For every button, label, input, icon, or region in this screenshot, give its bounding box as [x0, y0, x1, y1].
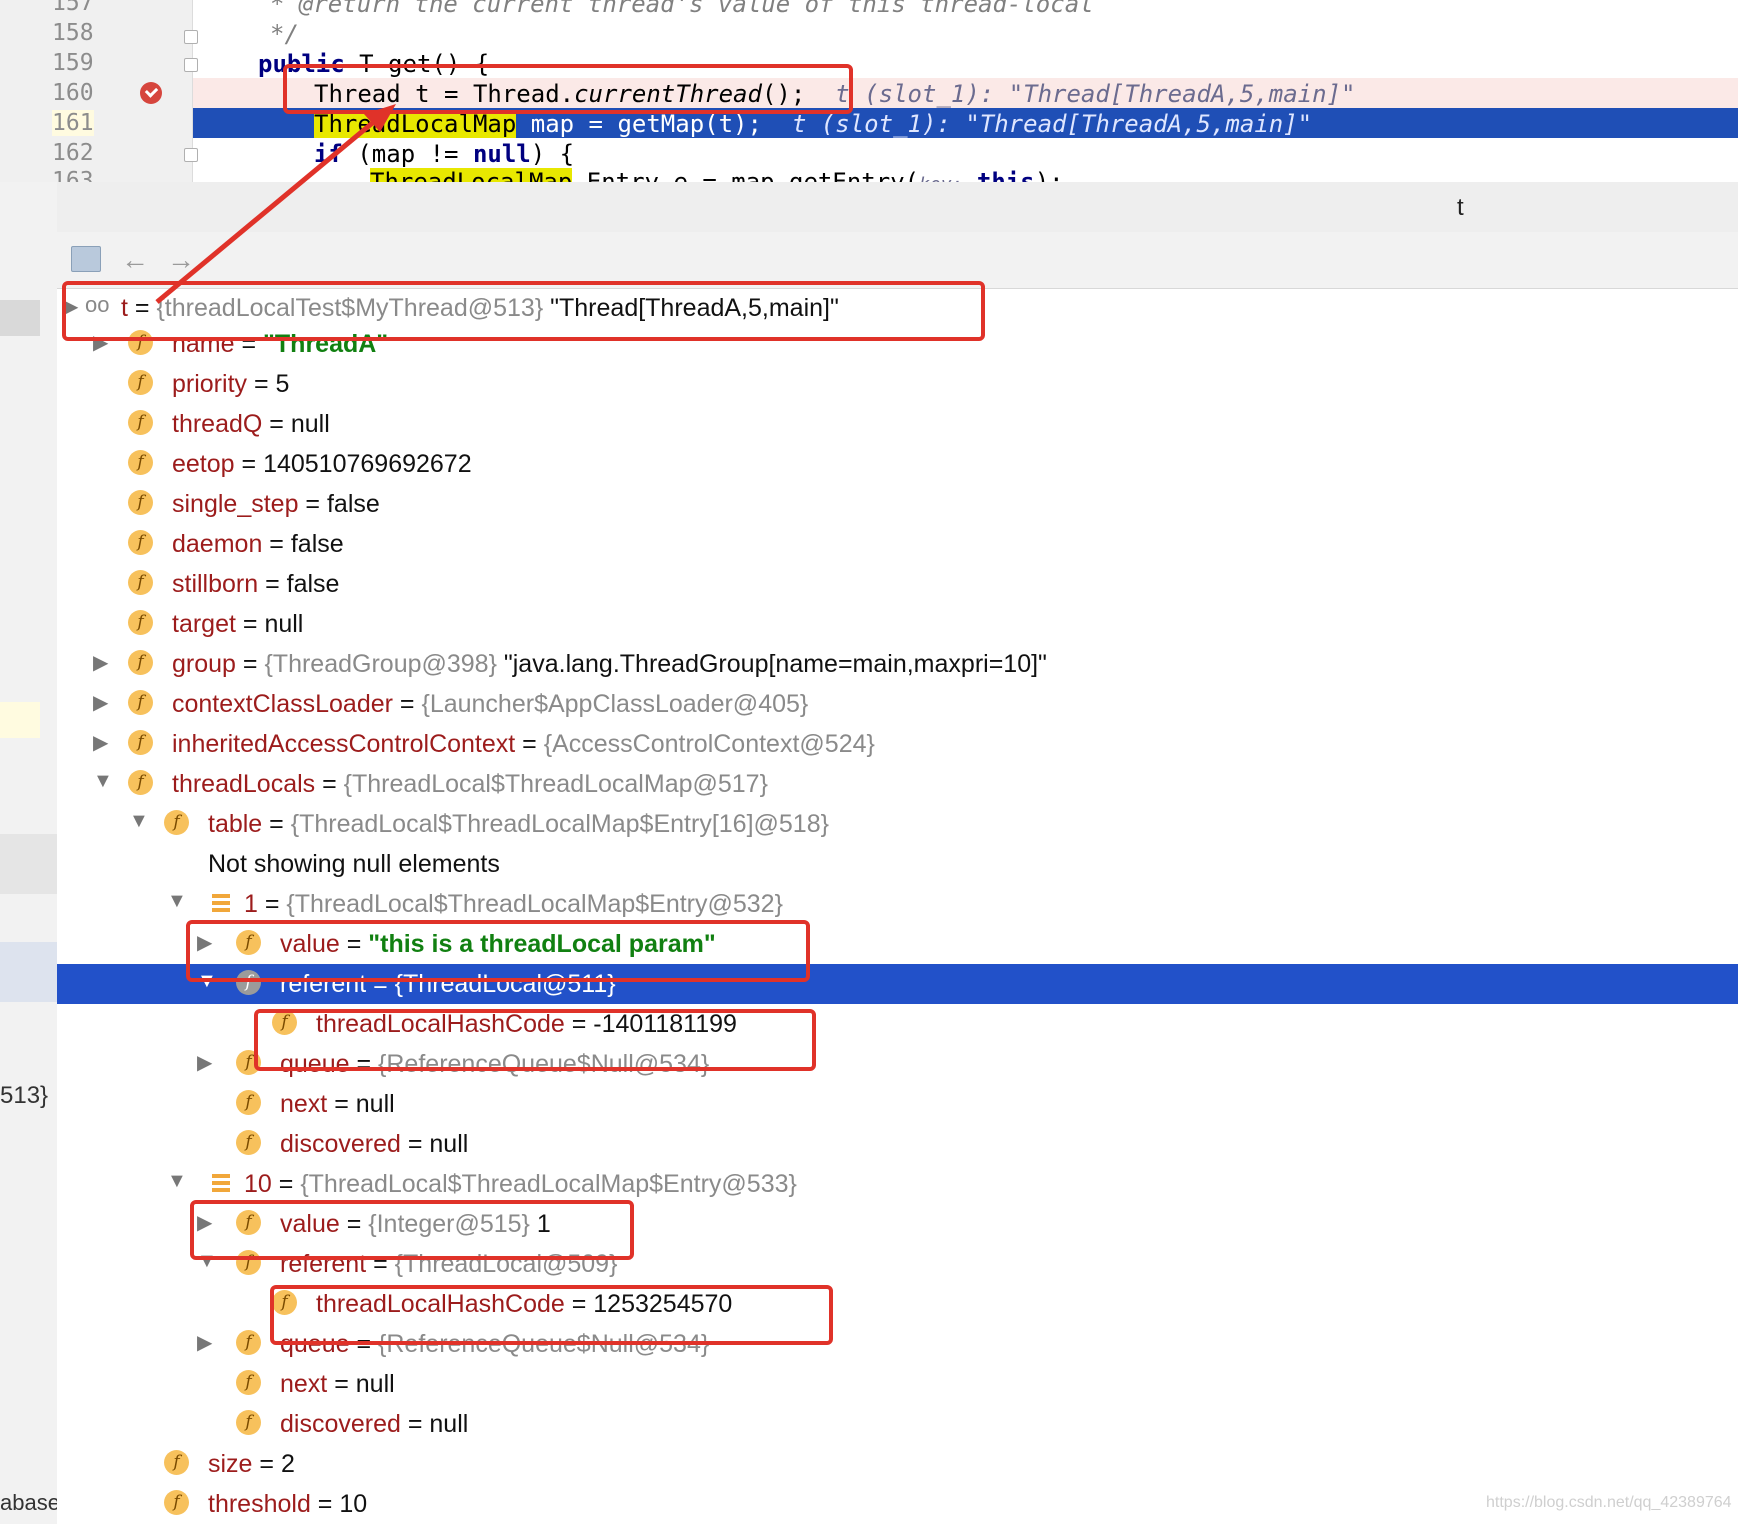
annotation-arrow [155, 104, 396, 304]
watermark: https://blog.csdn.net/qq_42389764 [1486, 1494, 1732, 1511]
